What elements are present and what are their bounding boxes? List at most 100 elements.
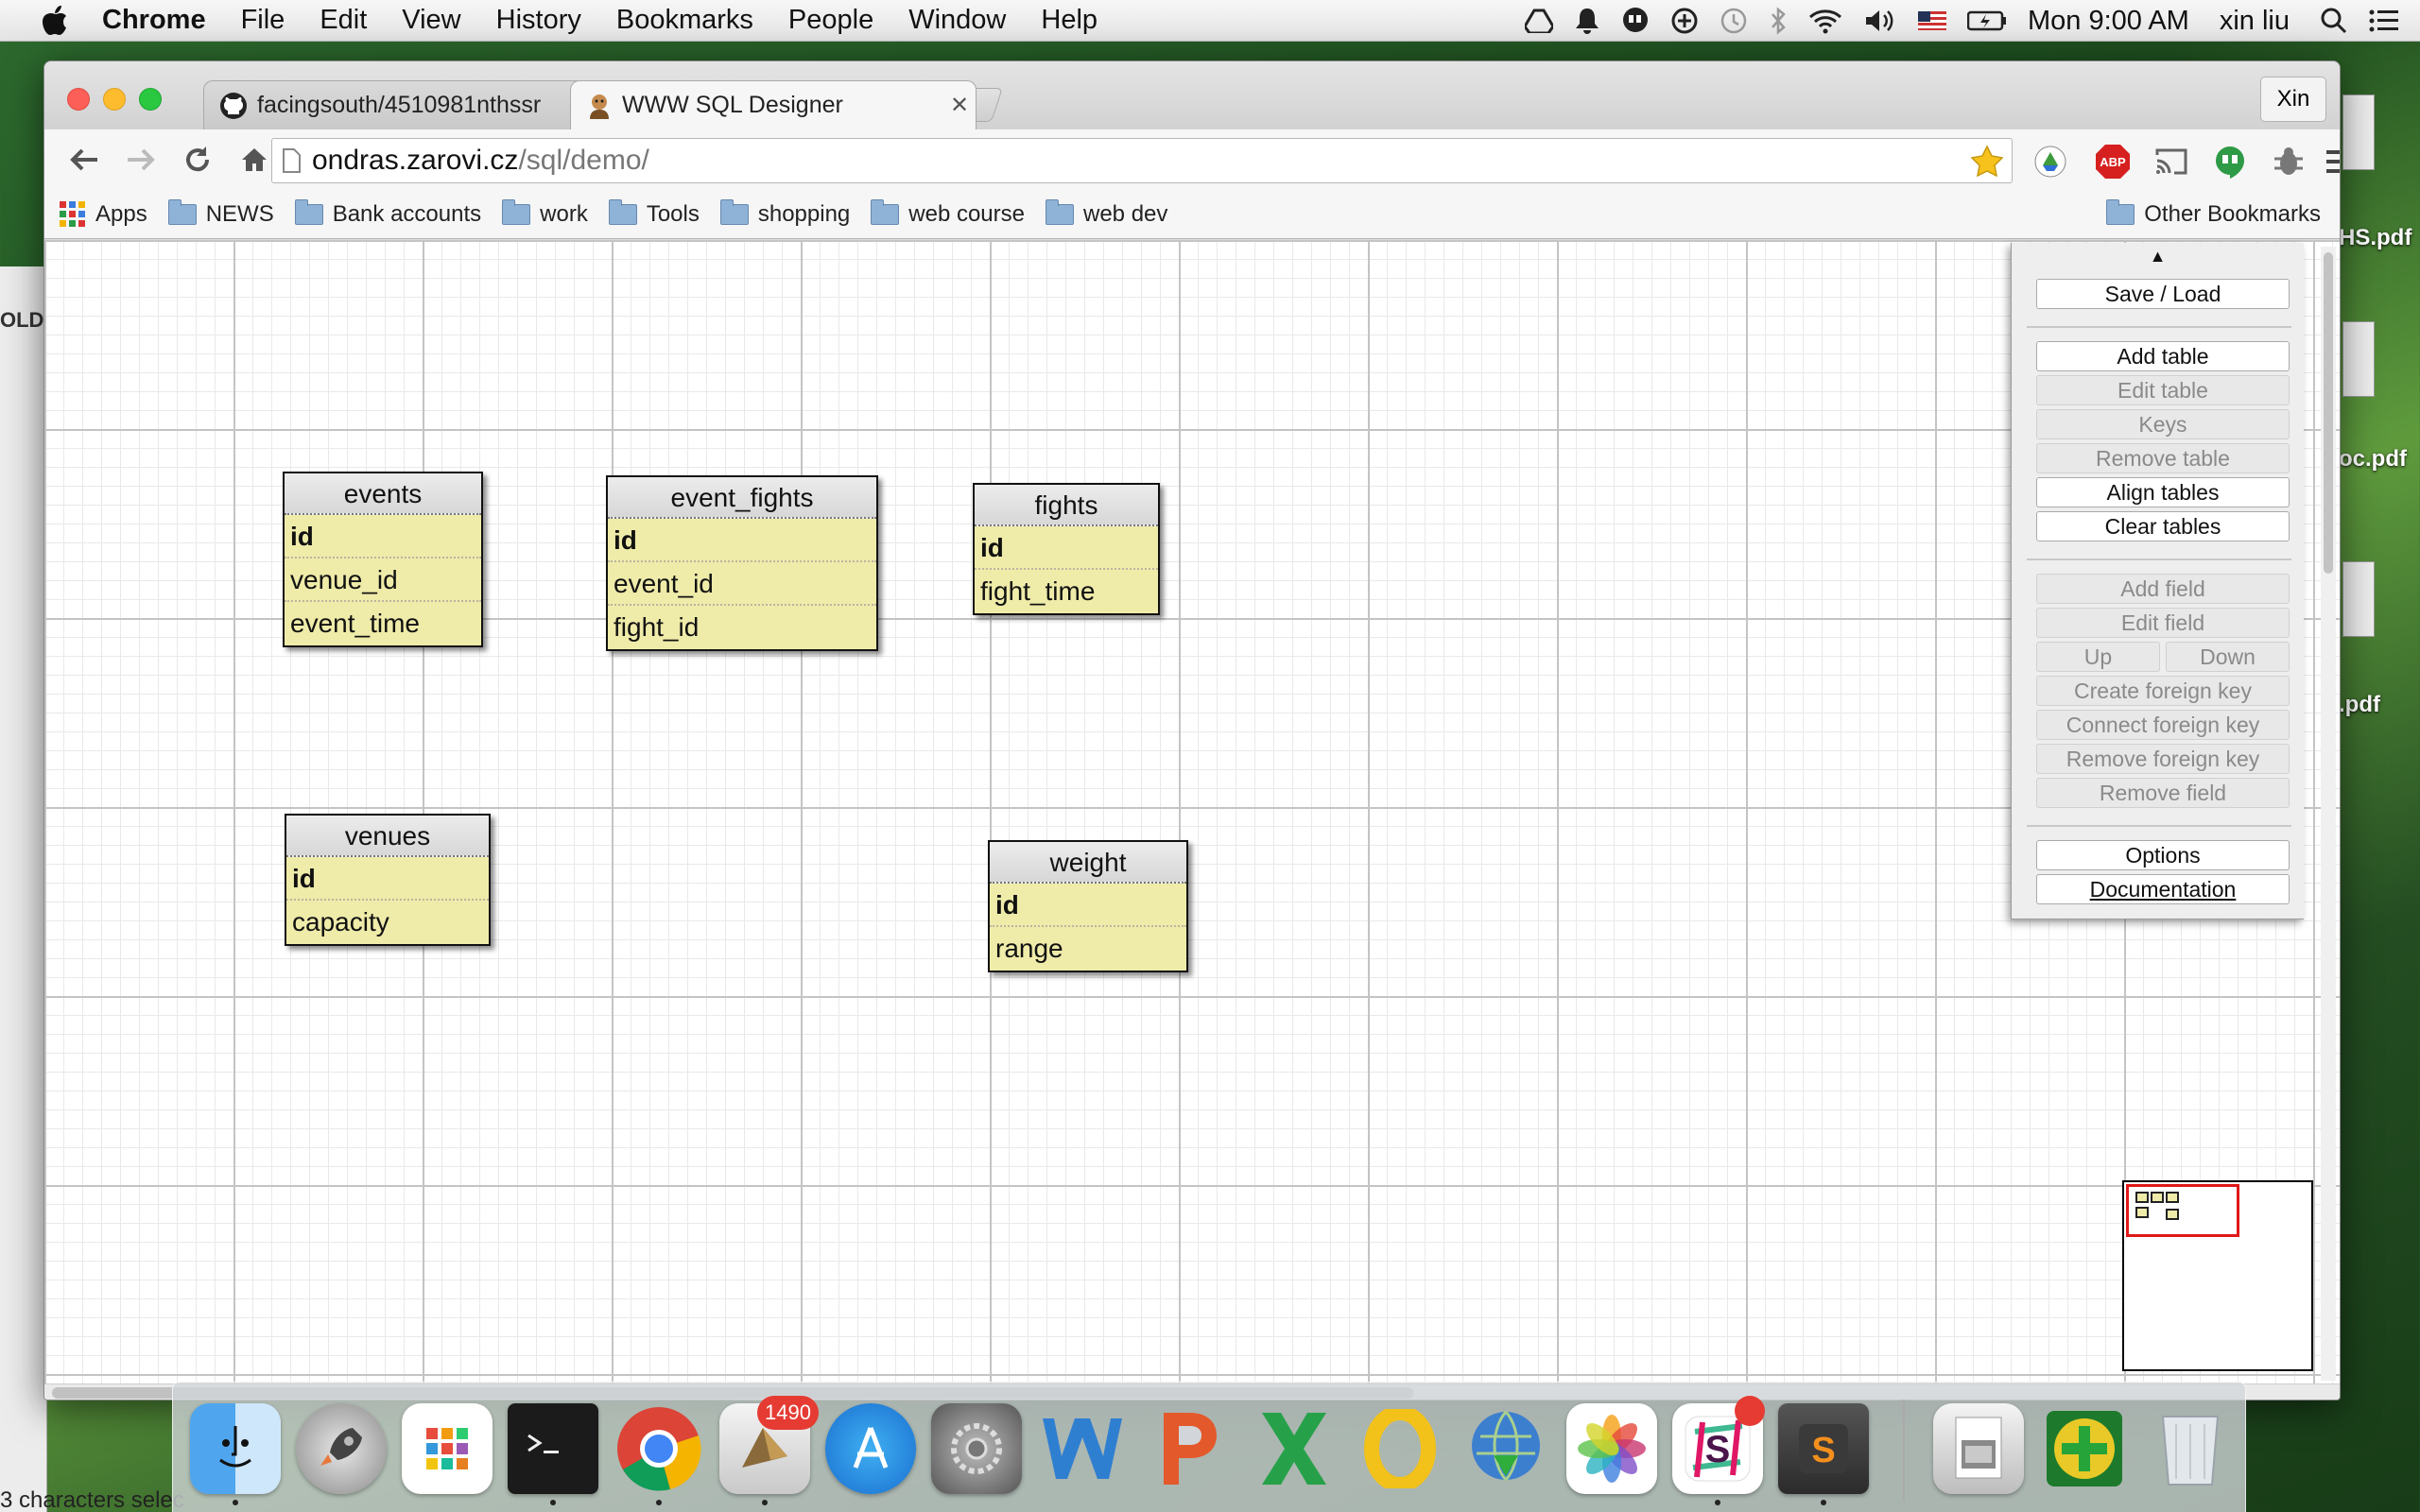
forward-button[interactable] — [114, 133, 167, 186]
menu-file[interactable]: File — [241, 5, 285, 36]
desktop-file-label[interactable]: .pdf — [2339, 692, 2380, 718]
remove-table-button[interactable]: Remove table — [2036, 443, 2290, 473]
db-table-venues[interactable]: venues id capacity — [285, 814, 491, 946]
notification-bell-icon[interactable] — [1574, 7, 1600, 35]
bookmark-folder-shopping[interactable]: shopping — [719, 198, 850, 228]
bookmark-folder-work[interactable]: work — [502, 198, 588, 228]
desktop-file-thumbnail[interactable] — [2342, 94, 2375, 170]
table-title[interactable]: event_fights — [608, 477, 876, 519]
google-drive-ext-icon[interactable] — [2031, 143, 2069, 180]
profile-button[interactable]: Xin — [2260, 77, 2326, 122]
outlook-app-icon[interactable] — [1355, 1403, 1445, 1494]
add-table-button[interactable]: Add table — [2036, 341, 2290, 371]
remove-foreign-key-button[interactable]: Remove foreign key — [2036, 744, 2290, 774]
system-preferences-app-icon[interactable] — [931, 1403, 1022, 1494]
launchpad-app-icon[interactable] — [296, 1403, 387, 1494]
panel-collapse-toggle[interactable]: ▲ — [2012, 247, 2304, 266]
menu-window[interactable]: Window — [908, 5, 1006, 36]
preview-app-icon[interactable] — [1933, 1403, 2024, 1494]
menu-bookmarks[interactable]: Bookmarks — [616, 5, 753, 36]
clear-tables-button[interactable]: Clear tables — [2036, 511, 2290, 541]
other-bookmarks[interactable]: Other Bookmarks — [2106, 190, 2321, 239]
connect-foreign-key-button[interactable]: Connect foreign key — [2036, 710, 2290, 740]
table-title[interactable]: fights — [975, 485, 1158, 526]
spotlight-search-icon[interactable] — [2320, 7, 2348, 35]
hangouts-icon[interactable] — [1621, 7, 1650, 35]
wifi-icon[interactable] — [1808, 8, 1842, 34]
menu-history[interactable]: History — [496, 5, 581, 36]
edit-table-button[interactable]: Edit table — [2036, 375, 2290, 405]
us-flag-icon[interactable] — [1917, 11, 1946, 30]
vertical-scrollbar[interactable] — [2321, 247, 2336, 1381]
table-field-primary-key[interactable]: id — [286, 857, 489, 901]
volume-icon[interactable] — [1863, 8, 1897, 34]
desktop-file-label[interactable]: HS.pdf — [2339, 225, 2411, 251]
tab-close-icon[interactable]: ✕ — [943, 92, 976, 119]
table-field[interactable]: venue_id — [285, 558, 481, 602]
tab-github[interactable]: facingsouth/4510981nthssr ✕ — [203, 80, 606, 129]
chrome-app-icon[interactable] — [614, 1403, 704, 1494]
bookmark-folder-news[interactable]: NEWS — [167, 198, 274, 228]
desktop-file-thumbnail[interactable] — [2342, 321, 2375, 397]
options-button[interactable]: Options — [2036, 840, 2290, 870]
desktop-file-thumbnail[interactable] — [2342, 561, 2375, 637]
create-foreign-key-button[interactable]: Create foreign key — [2036, 676, 2290, 706]
launcher-app-icon[interactable] — [402, 1403, 493, 1494]
app-store-app-icon[interactable] — [825, 1403, 916, 1494]
sublime-text-app-icon[interactable]: S — [1778, 1403, 1869, 1494]
trash-icon[interactable] — [2145, 1403, 2236, 1494]
db-table-fights[interactable]: fights id fight_time — [973, 483, 1160, 615]
word-app-icon[interactable] — [1037, 1403, 1128, 1494]
table-field[interactable]: fight_id — [608, 606, 876, 649]
battery-icon[interactable] — [1966, 10, 2007, 31]
table-field[interactable]: capacity — [286, 901, 489, 944]
close-window-button[interactable] — [67, 88, 90, 111]
table-field-primary-key[interactable]: id — [990, 884, 1186, 927]
downloader-app-icon[interactable] — [1461, 1403, 1551, 1494]
bluetooth-icon[interactable] — [1769, 7, 1788, 35]
db-table-event-fights[interactable]: event_fights id event_id fight_id — [606, 475, 878, 651]
reload-button[interactable] — [171, 133, 224, 186]
db-table-events[interactable]: events id venue_id event_time — [283, 472, 483, 647]
zoom-window-button[interactable] — [139, 88, 162, 111]
move-field-down-button[interactable]: Down — [2166, 642, 2290, 672]
menu-view[interactable]: View — [402, 5, 460, 36]
table-field-primary-key[interactable]: id — [608, 519, 876, 562]
menu-people[interactable]: People — [788, 5, 873, 36]
move-field-up-button[interactable]: Up — [2036, 642, 2160, 672]
bookmark-folder-bank-accounts[interactable]: Bank accounts — [294, 198, 481, 228]
notification-center-icon[interactable] — [2369, 9, 2399, 33]
bookmark-apps[interactable]: Apps — [60, 200, 147, 228]
table-field[interactable]: fight_time — [975, 570, 1158, 613]
edit-field-button[interactable]: Edit field — [2036, 608, 2290, 638]
chrome-menu-icon[interactable] — [2323, 143, 2340, 180]
table-title[interactable]: events — [285, 473, 481, 515]
clock[interactable]: Mon 9:00 AM — [2028, 6, 2189, 37]
user-name[interactable]: xin liu — [2220, 6, 2290, 37]
designer-canvas[interactable]: events id venue_id event_time event_figh… — [44, 240, 2340, 1383]
back-button[interactable] — [58, 133, 111, 186]
add-field-button[interactable]: Add field — [2036, 574, 2290, 604]
bookmark-folder-web-dev[interactable]: web dev — [1046, 198, 1167, 228]
save-load-button[interactable]: Save / Load — [2036, 279, 2290, 309]
table-field-primary-key[interactable]: id — [975, 526, 1158, 570]
photos-app-icon[interactable] — [1566, 1403, 1657, 1494]
terminal-app-icon[interactable] — [508, 1403, 598, 1494]
table-field[interactable]: event_id — [608, 562, 876, 606]
excel-app-icon[interactable] — [1249, 1403, 1340, 1494]
align-tables-button[interactable]: Align tables — [2036, 477, 2290, 507]
scrollbar-thumb[interactable] — [2324, 252, 2333, 574]
documentation-link[interactable]: Documentation — [2036, 874, 2290, 904]
bug-ext-icon[interactable] — [2270, 143, 2308, 180]
hangouts-ext-icon[interactable] — [2211, 143, 2249, 180]
canvas-minimap[interactable] — [2122, 1180, 2313, 1371]
time-machine-icon[interactable] — [1720, 7, 1748, 35]
menu-app-name[interactable]: Chrome — [102, 5, 206, 36]
tab-sql-designer[interactable]: WWW SQL Designer ✕ — [570, 80, 977, 129]
desktop-file-label[interactable]: oc.pdf — [2339, 446, 2407, 472]
minimize-window-button[interactable] — [103, 88, 126, 111]
address-bar[interactable]: ondras.zarovi.cz/sql/demo/ — [271, 138, 2013, 183]
menu-edit[interactable]: Edit — [320, 5, 367, 36]
cast-icon[interactable] — [2152, 143, 2190, 180]
table-title[interactable]: weight — [990, 842, 1186, 884]
